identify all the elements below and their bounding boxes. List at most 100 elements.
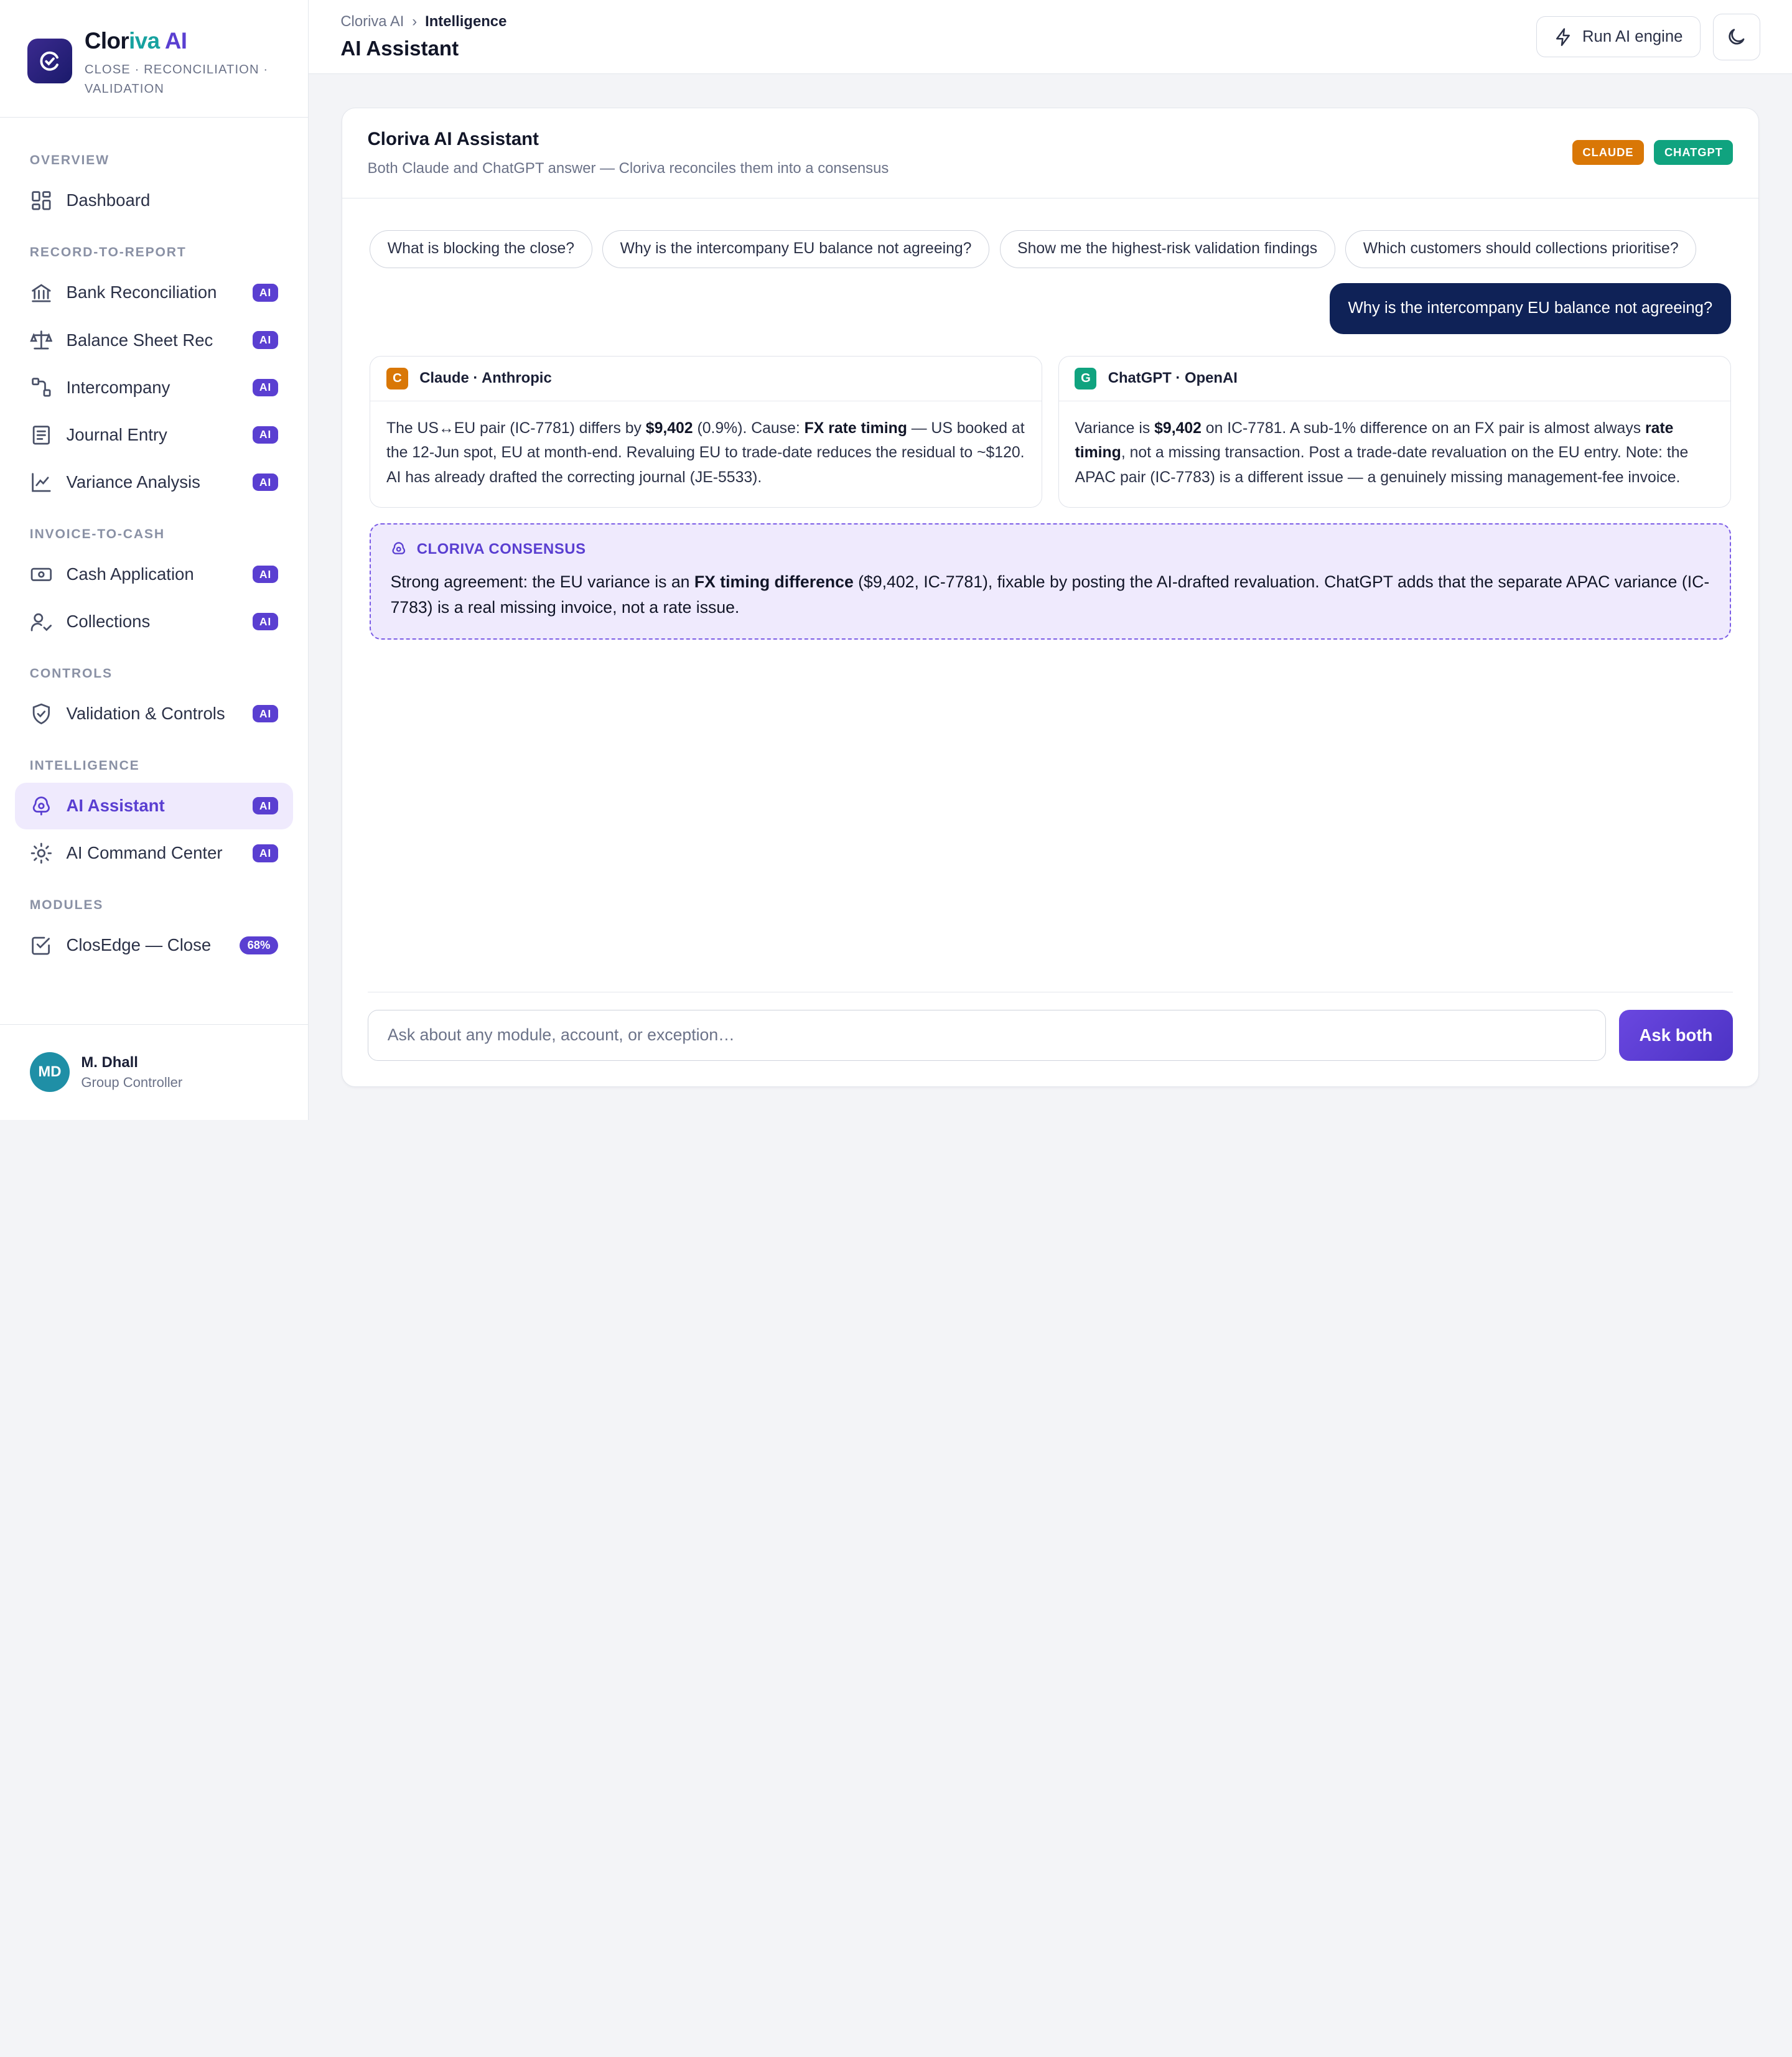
route-icon bbox=[31, 378, 51, 397]
consensus-label: CLORIVA CONSENSUS bbox=[416, 541, 586, 558]
claude-answer: C Claude · Anthropic The US↔EU pair (IC-… bbox=[370, 356, 1043, 508]
brand-subtitle: CLOSE · RECONCILIATION · VALIDATION bbox=[84, 63, 269, 96]
user-message: Why is the intercompany EU balance not a… bbox=[1330, 282, 1731, 335]
sidebar-item-validation-controls[interactable]: Validation & Controls AI bbox=[15, 691, 293, 737]
suggestion-chips: What is blocking the close? Why is the i… bbox=[370, 230, 1730, 268]
sidebar-item-label: Balance Sheet Rec bbox=[66, 330, 213, 350]
sidebar-item-ai-command-center[interactable]: AI Command Center AI bbox=[15, 830, 293, 877]
question-input[interactable] bbox=[367, 1009, 1607, 1061]
ai-badge: AI bbox=[252, 284, 279, 302]
content: Cloriva AI Assistant Both Claude and Cha… bbox=[309, 74, 1792, 1120]
consensus-panel: CLORIVA CONSENSUS Strong agreement: the … bbox=[370, 523, 1731, 640]
brain-icon bbox=[392, 542, 406, 555]
chatgpt-tag: CHATGPT bbox=[1654, 140, 1734, 166]
claude-name: Claude · Anthropic bbox=[419, 370, 552, 387]
chatgpt-avatar: G bbox=[1075, 368, 1097, 389]
ai-badge: AI bbox=[252, 613, 279, 631]
nav-section-overview: OVERVIEW bbox=[29, 153, 110, 168]
run-ai-engine-label: Run AI engine bbox=[1582, 27, 1683, 45]
run-ai-engine-button[interactable]: Run AI engine bbox=[1536, 16, 1701, 58]
sidebar-item-variance-analysis[interactable]: Variance Analysis AI bbox=[15, 459, 293, 506]
breadcrumb-root[interactable]: Cloriva AI bbox=[340, 13, 404, 30]
sidebar-item-collections[interactable]: Collections AI bbox=[15, 599, 293, 645]
ai-badge: AI bbox=[252, 331, 279, 349]
journal-icon bbox=[32, 425, 50, 445]
sidebar-item-label: Validation & Controls bbox=[66, 704, 225, 724]
sidebar-item-label: Dashboard bbox=[66, 190, 151, 210]
conversation: What is blocking the close? Why is the i… bbox=[342, 198, 1758, 992]
logo-icon bbox=[27, 39, 72, 84]
checkbox-icon bbox=[31, 936, 50, 955]
user-role: Group Controller bbox=[81, 1075, 183, 1091]
sidebar-item-label: AI Assistant bbox=[66, 796, 165, 816]
chatgpt-answer: G ChatGPT · OpenAI Variance is $9,402 on… bbox=[1058, 356, 1731, 508]
sidebar-item-label: AI Command Center bbox=[66, 843, 223, 863]
sidebar-item-journal-entry[interactable]: Journal Entry AI bbox=[15, 411, 293, 458]
line-chart-icon bbox=[31, 473, 51, 492]
suggestion-chip[interactable]: Why is the intercompany EU balance not a… bbox=[602, 230, 989, 268]
breadcrumb-current: Intelligence bbox=[425, 12, 507, 30]
sidebar-item-label: Journal Entry bbox=[66, 424, 167, 444]
assistant-card-header: Cloriva AI Assistant Both Claude and Cha… bbox=[342, 108, 1758, 198]
sidebar-item-label: Bank Reconciliation bbox=[66, 282, 217, 302]
dashboard-icon bbox=[31, 191, 51, 210]
sidebar-item-label: Collections bbox=[66, 612, 151, 632]
moon-icon bbox=[1729, 29, 1745, 45]
ai-badge: AI bbox=[252, 844, 279, 862]
breadcrumb-separator: › bbox=[412, 12, 418, 30]
suggestion-chip[interactable]: Which customers should collections prior… bbox=[1345, 230, 1697, 268]
assistant-title: Cloriva AI Assistant bbox=[367, 128, 539, 149]
brain-icon bbox=[32, 796, 50, 816]
page-title: AI Assistant bbox=[340, 37, 459, 60]
ai-badge: AI bbox=[252, 797, 279, 815]
sidebar-item-label: Cash Application bbox=[66, 564, 194, 584]
user-profile[interactable]: MD M. Dhall Group Controller bbox=[0, 1024, 308, 1120]
ai-badge: AI bbox=[252, 378, 279, 396]
claude-tag: CLAUDE bbox=[1572, 140, 1644, 166]
sidebar-item-label: Intercompany bbox=[66, 377, 170, 397]
ai-badge: AI bbox=[252, 565, 279, 584]
sidebar-item-label: ClosEdge — Close bbox=[66, 935, 212, 955]
main: Cloriva AI › Intelligence AI Assistant R… bbox=[308, 0, 1792, 1120]
lightning-icon bbox=[1556, 27, 1570, 46]
brand-name: Cloriva AI bbox=[84, 28, 187, 54]
model-answers: C Claude · Anthropic The US↔EU pair (IC-… bbox=[370, 356, 1731, 508]
scale-icon bbox=[29, 330, 53, 350]
consensus-text: Strong agreement: the EU variance is an … bbox=[390, 572, 1710, 617]
suggestion-chip[interactable]: What is blocking the close? bbox=[370, 230, 592, 268]
sidebar-item-cash-application[interactable]: Cash Application AI bbox=[15, 551, 293, 597]
assistant-card: Cloriva AI Assistant Both Claude and Cha… bbox=[342, 107, 1759, 1087]
sidebar-item-balance-sheet-rec[interactable]: Balance Sheet Rec AI bbox=[15, 317, 293, 363]
composer: Ask both bbox=[367, 992, 1734, 1086]
avatar: MD bbox=[29, 1052, 70, 1093]
theme-toggle-button[interactable] bbox=[1713, 13, 1760, 60]
nav-section-i2c: INVOICE-TO-CASH bbox=[29, 526, 165, 541]
nav-section-intelligence: INTELLIGENCE bbox=[29, 758, 140, 773]
ai-badge: AI bbox=[252, 426, 279, 444]
nav-section-modules: MODULES bbox=[29, 898, 104, 912]
breadcrumb: Cloriva AI › Intelligence bbox=[340, 13, 506, 30]
topbar: Cloriva AI › Intelligence AI Assistant R… bbox=[308, 0, 1792, 75]
sidebar-item-intercompany[interactable]: Intercompany AI bbox=[15, 364, 293, 411]
sidebar: Cloriva AI CLOSE · RECONCILIATION · VALI… bbox=[0, 0, 309, 1120]
brand: Cloriva AI CLOSE · RECONCILIATION · VALI… bbox=[0, 0, 308, 118]
sun-gear-icon bbox=[30, 842, 52, 864]
ask-both-button[interactable]: Ask both bbox=[1618, 1009, 1734, 1061]
user-name: M. Dhall bbox=[81, 1053, 138, 1071]
sidebar-item-closedge[interactable]: ClosEdge — Close 68% bbox=[15, 922, 293, 969]
ai-badge: AI bbox=[252, 705, 279, 723]
app-root: Cloriva AI CLOSE · RECONCILIATION · VALI… bbox=[0, 0, 1792, 1120]
user-check-icon bbox=[30, 613, 52, 632]
chatgpt-answer-text: Variance is $9,402 on IC-7781. A sub-1% … bbox=[1075, 419, 1689, 486]
suggestion-chip[interactable]: Show me the highest-risk validation find… bbox=[999, 230, 1335, 268]
sidebar-item-bank-reconciliation[interactable]: Bank Reconciliation AI bbox=[15, 269, 293, 316]
nav-section-controls: CONTROLS bbox=[29, 666, 113, 681]
sidebar-item-label: Variance Analysis bbox=[66, 472, 200, 492]
sidebar-item-dashboard[interactable]: Dashboard bbox=[15, 177, 293, 224]
progress-badge: 68% bbox=[239, 936, 279, 954]
sidebar-nav: OVERVIEW Dashboard RECORD-TO-REPORT Bank… bbox=[0, 118, 308, 1024]
nav-section-r2r: RECORD-TO-REPORT bbox=[29, 245, 187, 260]
chatgpt-name: ChatGPT · OpenAI bbox=[1108, 370, 1238, 387]
assistant-subtitle: Both Claude and ChatGPT answer — Cloriva… bbox=[367, 160, 889, 177]
sidebar-item-ai-assistant[interactable]: AI Assistant AI bbox=[14, 782, 294, 829]
